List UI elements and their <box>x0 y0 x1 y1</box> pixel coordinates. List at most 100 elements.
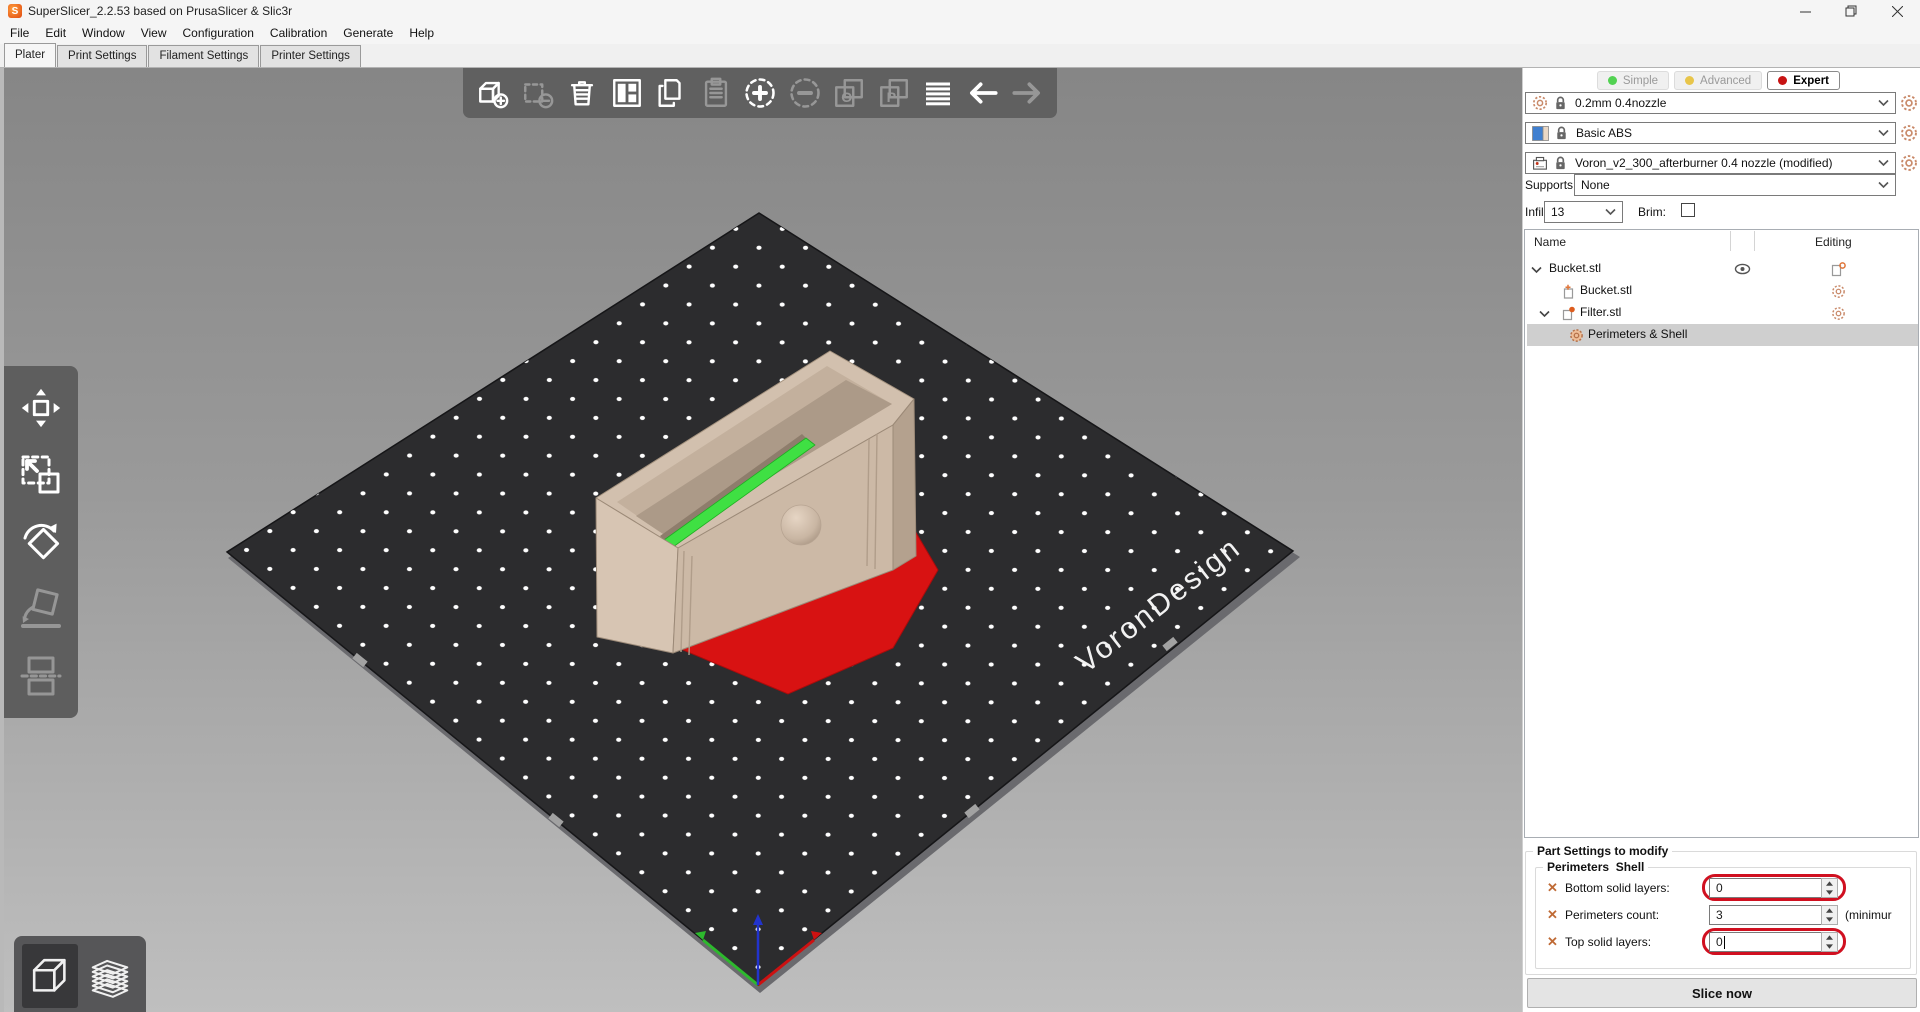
arrange-button[interactable] <box>607 73 647 113</box>
menu-generate[interactable]: Generate <box>335 23 401 43</box>
lock-icon <box>1554 125 1569 141</box>
move-tool-button[interactable] <box>13 380 69 436</box>
gear-icon[interactable] <box>1831 284 1846 299</box>
filament-preset-combo[interactable]: Basic ABS <box>1525 122 1896 144</box>
supports-combo[interactable]: None <box>1574 174 1896 196</box>
part-settings-title: Part Settings to modify <box>1533 844 1672 858</box>
delete-object-button[interactable] <box>518 73 558 113</box>
tab-filament-settings[interactable]: Filament Settings <box>148 45 259 67</box>
bottom-solid-layers-label: Bottom solid layers: <box>1565 881 1670 895</box>
perimeters-count-input[interactable]: 3 <box>1709 905 1821 925</box>
sidebar: Simple Advanced Expert 0.2mm 0.4nozzle <box>1522 68 1920 1012</box>
spin-up-icon[interactable] <box>1826 908 1833 913</box>
top-solid-layers-input[interactable]: 0 <box>1709 932 1821 952</box>
rotate-tool-button[interactable] <box>13 514 69 570</box>
top-solid-layers-label: Top solid layers: <box>1565 935 1651 949</box>
3d-editor-view-button[interactable] <box>22 944 78 1008</box>
expander-chevron-icon[interactable] <box>1531 266 1542 274</box>
menu-edit[interactable]: Edit <box>37 23 74 43</box>
filament-gear-icon[interactable] <box>1900 124 1918 142</box>
bottom-solid-layers-spinner[interactable] <box>1821 878 1838 898</box>
3d-scene[interactable]: VoronDesign <box>0 68 1522 1012</box>
top-solid-layers-spinner[interactable] <box>1821 932 1838 952</box>
brim-label: Brim: <box>1638 205 1666 219</box>
tab-print-settings[interactable]: Print Settings <box>57 45 147 67</box>
minimize-button[interactable] <box>1782 0 1828 22</box>
eye-icon[interactable] <box>1734 263 1751 275</box>
plater-toolbar: O P <box>463 68 1057 118</box>
split-to-parts-button[interactable]: P <box>874 73 914 113</box>
preview-view-button[interactable] <box>82 944 138 1008</box>
perimeters-count-spinner[interactable] <box>1821 905 1838 925</box>
part-row-bucket[interactable]: Bucket.stl <box>1527 280 1918 302</box>
column-header-name: Name <box>1534 235 1566 249</box>
object-list: Name Editing Bucket.stl Bucket.stl <box>1524 229 1919 838</box>
chevron-down-icon <box>1878 129 1889 137</box>
redo-button[interactable] <box>1007 73 1047 113</box>
print-settings-preset-combo[interactable]: 0.2mm 0.4nozzle <box>1525 92 1896 114</box>
remove-instance-button[interactable] <box>785 73 825 113</box>
mode-advanced-button[interactable]: Advanced <box>1674 71 1762 90</box>
copy-button[interactable] <box>651 73 691 113</box>
spin-down-icon[interactable] <box>1826 917 1833 922</box>
object-row-bucket[interactable]: Bucket.stl <box>1527 258 1918 280</box>
menu-window[interactable]: Window <box>74 23 133 43</box>
simple-mode-dot-icon <box>1608 76 1617 85</box>
remove-setting-x-icon[interactable]: ✕ <box>1547 934 1558 950</box>
brim-checkbox[interactable] <box>1681 203 1695 217</box>
spin-up-icon[interactable] <box>1826 881 1833 886</box>
spin-down-icon[interactable] <box>1826 890 1833 895</box>
app-logo-icon: S <box>8 4 22 18</box>
undo-button[interactable] <box>963 73 1003 113</box>
menu-help[interactable]: Help <box>401 23 442 43</box>
print-settings-icon <box>1532 95 1548 111</box>
place-on-face-tool-button[interactable] <box>13 581 69 637</box>
expander-chevron-icon[interactable] <box>1539 310 1550 318</box>
add-object-button[interactable] <box>473 73 513 113</box>
shell-settings-icon <box>1569 328 1584 343</box>
part-row-filter[interactable]: Filter.stl <box>1527 302 1918 324</box>
restore-button[interactable] <box>1828 0 1874 22</box>
mode-switcher: Simple Advanced Expert <box>1597 71 1840 90</box>
chevron-down-icon <box>1878 99 1889 107</box>
split-to-objects-button[interactable]: O <box>829 73 869 113</box>
tab-bar: Plater Print Settings Filament Settings … <box>0 44 1920 68</box>
remove-setting-x-icon[interactable]: ✕ <box>1547 907 1558 923</box>
perimeters-count-hint: (minimur <box>1845 908 1919 922</box>
tab-printer-settings[interactable]: Printer Settings <box>260 45 361 67</box>
add-instance-button[interactable] <box>740 73 780 113</box>
settings-row-perimeters-shell[interactable]: Perimeters & Shell <box>1527 324 1918 346</box>
view-mode-switch <box>14 936 146 1012</box>
filament-color-swatch <box>1532 126 1549 141</box>
bottom-solid-layers-input[interactable]: 0 <box>1709 878 1821 898</box>
mode-expert-button[interactable]: Expert <box>1767 71 1840 90</box>
infill-combo[interactable]: 13 <box>1544 201 1623 223</box>
printer-gear-icon[interactable] <box>1900 154 1918 172</box>
remove-setting-x-icon[interactable]: ✕ <box>1547 880 1558 896</box>
menu-calibration[interactable]: Calibration <box>262 23 335 43</box>
advanced-mode-dot-icon <box>1685 76 1694 85</box>
paste-button[interactable] <box>696 73 736 113</box>
layer-editing-button[interactable] <box>918 73 958 113</box>
chevron-down-icon <box>1878 181 1889 189</box>
object-settings-icon[interactable] <box>1831 262 1846 277</box>
menu-configuration[interactable]: Configuration <box>175 23 262 43</box>
lock-icon <box>1553 155 1568 171</box>
print-settings-gear-icon[interactable] <box>1900 94 1918 112</box>
gear-icon[interactable] <box>1831 306 1846 321</box>
menu-file[interactable]: File <box>2 23 37 43</box>
spin-down-icon[interactable] <box>1826 944 1833 949</box>
tab-plater[interactable]: Plater <box>4 43 56 67</box>
scale-tool-button[interactable] <box>13 447 69 503</box>
column-header-editing: Editing <box>1815 235 1852 249</box>
3d-viewport[interactable]: VoronDesign <box>0 68 1522 1012</box>
printer-preset-combo[interactable]: Voron_v2_300_afterburner 0.4 nozzle (mod… <box>1525 152 1896 174</box>
menu-view[interactable]: View <box>133 23 175 43</box>
expert-mode-dot-icon <box>1778 76 1787 85</box>
slice-now-button[interactable]: Slice now <box>1527 978 1917 1008</box>
close-button[interactable] <box>1874 0 1920 22</box>
cut-tool-button[interactable] <box>13 648 69 704</box>
spin-up-icon[interactable] <box>1826 935 1833 940</box>
delete-all-button[interactable] <box>562 73 602 113</box>
mode-simple-button[interactable]: Simple <box>1597 71 1669 90</box>
